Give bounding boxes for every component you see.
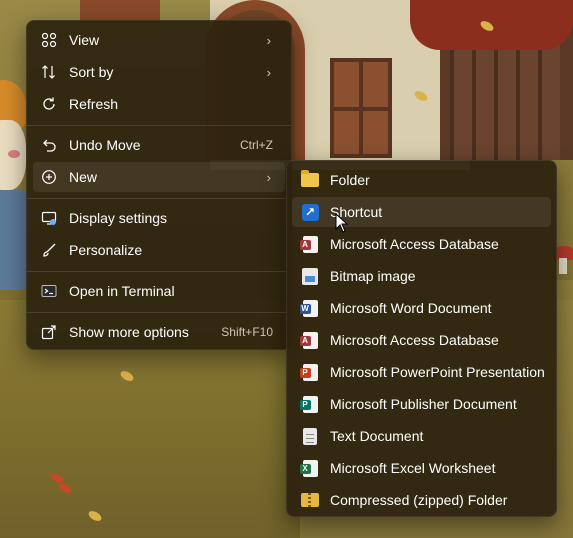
menu-item-label: Folder bbox=[330, 172, 370, 188]
menu-item-label: Microsoft Publisher Document bbox=[330, 396, 517, 412]
keyboard-shortcut: Ctrl+Z bbox=[240, 138, 273, 152]
menu-separator bbox=[27, 271, 291, 272]
menu-item-refresh[interactable]: Refresh bbox=[33, 89, 285, 119]
publisher-icon: P bbox=[299, 394, 320, 414]
text-document-icon bbox=[300, 426, 320, 446]
chevron-right-icon: › bbox=[266, 64, 271, 80]
refresh-icon bbox=[39, 94, 59, 114]
brush-icon bbox=[39, 240, 59, 260]
menu-item-undo-move[interactable]: Undo Move Ctrl+Z bbox=[33, 130, 285, 160]
menu-item-label: Refresh bbox=[69, 96, 119, 112]
menu-item-label: Undo Move bbox=[69, 137, 141, 153]
word-icon: W bbox=[299, 298, 320, 318]
menu-item-show-more-options[interactable]: Show more options Shift+F10 bbox=[33, 317, 285, 347]
folder-icon bbox=[300, 170, 320, 190]
access-icon: A bbox=[299, 330, 320, 350]
menu-separator bbox=[27, 198, 291, 199]
menu-item-label: New bbox=[69, 169, 98, 185]
menu-item-label: Personalize bbox=[69, 242, 143, 258]
new-item-excel-worksheet[interactable]: X Microsoft Excel Worksheet bbox=[292, 453, 551, 483]
chevron-right-icon: › bbox=[266, 32, 271, 48]
menu-item-label: Microsoft Word Document bbox=[330, 300, 492, 316]
menu-item-label: Open in Terminal bbox=[69, 283, 175, 299]
view-grid-icon bbox=[39, 30, 59, 50]
menu-item-label: Show more options bbox=[69, 324, 189, 340]
menu-item-personalize[interactable]: Personalize bbox=[33, 235, 285, 265]
shortcut-icon: ↗ bbox=[300, 202, 320, 222]
chevron-right-icon: › bbox=[266, 169, 271, 185]
menu-item-label: Text Document bbox=[330, 428, 424, 444]
new-submenu: Folder ↗ Shortcut A Microsoft Access Dat… bbox=[286, 160, 557, 517]
new-item-powerpoint-presentation[interactable]: P Microsoft PowerPoint Presentation bbox=[292, 357, 551, 387]
menu-item-display-settings[interactable]: Display settings bbox=[33, 203, 285, 233]
display-settings-icon bbox=[39, 208, 59, 228]
new-item-text-document[interactable]: Text Document bbox=[292, 421, 551, 451]
menu-item-label: View bbox=[69, 32, 100, 48]
powerpoint-icon: P bbox=[299, 362, 320, 382]
menu-item-sort-by[interactable]: Sort by › bbox=[33, 57, 285, 87]
menu-item-view[interactable]: View › bbox=[33, 25, 285, 55]
menu-item-new[interactable]: New › bbox=[33, 162, 285, 192]
new-item-bitmap-image[interactable]: Bitmap image bbox=[292, 261, 551, 291]
add-circle-icon bbox=[39, 167, 59, 187]
zip-folder-icon bbox=[300, 490, 320, 510]
menu-item-label: Microsoft Excel Worksheet bbox=[330, 460, 496, 476]
menu-item-label: Microsoft Access Database bbox=[330, 236, 499, 252]
terminal-icon bbox=[39, 281, 59, 301]
menu-item-label: Display settings bbox=[69, 210, 168, 226]
bitmap-icon bbox=[300, 266, 320, 286]
desktop-context-menu: View › Sort by › Refresh Undo Move Ctrl+… bbox=[26, 20, 292, 350]
show-more-icon bbox=[39, 322, 59, 342]
keyboard-shortcut: Shift+F10 bbox=[221, 325, 273, 339]
new-item-shortcut[interactable]: ↗ Shortcut bbox=[292, 197, 551, 227]
new-item-access-database[interactable]: A Microsoft Access Database bbox=[292, 229, 551, 259]
undo-icon bbox=[39, 135, 59, 155]
menu-item-label: Microsoft Access Database bbox=[330, 332, 499, 348]
access-icon: A bbox=[299, 234, 320, 254]
sort-icon bbox=[39, 62, 59, 82]
menu-item-open-in-terminal[interactable]: Open in Terminal bbox=[33, 276, 285, 306]
menu-separator bbox=[27, 312, 291, 313]
new-item-compressed-folder[interactable]: Compressed (zipped) Folder bbox=[292, 485, 551, 515]
excel-icon: X bbox=[299, 458, 320, 478]
menu-separator bbox=[27, 125, 291, 126]
menu-item-label: Microsoft PowerPoint Presentation bbox=[330, 364, 545, 380]
new-item-word-document[interactable]: W Microsoft Word Document bbox=[292, 293, 551, 323]
menu-item-label: Sort by bbox=[69, 64, 114, 80]
menu-item-label: Compressed (zipped) Folder bbox=[330, 492, 508, 508]
menu-item-label: Bitmap image bbox=[330, 268, 416, 284]
new-item-access-database-2[interactable]: A Microsoft Access Database bbox=[292, 325, 551, 355]
new-item-publisher-document[interactable]: P Microsoft Publisher Document bbox=[292, 389, 551, 419]
new-item-folder[interactable]: Folder bbox=[292, 165, 551, 195]
